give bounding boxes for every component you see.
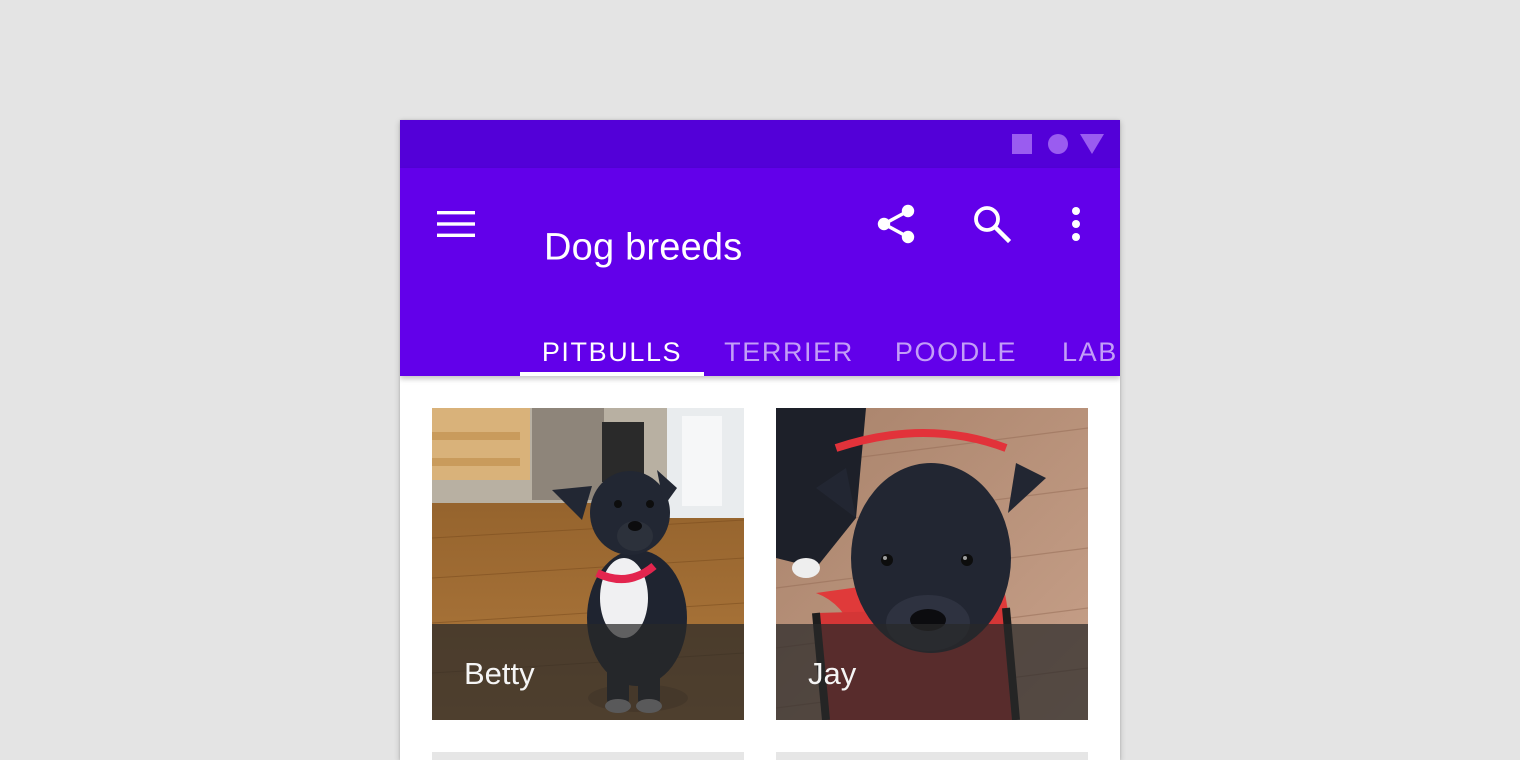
share-button[interactable] xyxy=(872,200,920,248)
tab-terrier[interactable]: TERRIER xyxy=(704,328,874,376)
square-icon xyxy=(1012,134,1032,154)
triangle-icon xyxy=(1080,134,1104,154)
search-icon xyxy=(974,206,1012,244)
card-title: Jay xyxy=(808,656,857,691)
grid-card-placeholder xyxy=(432,752,744,760)
grid-card-placeholder xyxy=(776,752,1088,760)
share-icon xyxy=(877,204,915,244)
breed-tabs: PITBULLS TERRIER POODLE LABRADOR xyxy=(400,328,1120,376)
circle-icon xyxy=(1048,134,1068,154)
grid-card-betty[interactable]: Betty xyxy=(432,408,744,720)
active-tab-indicator xyxy=(520,372,704,376)
card-caption: Betty xyxy=(432,624,744,720)
phone-screen: Dog breeds PITBULLS TERRIER POODLE LAB B… xyxy=(400,120,1120,760)
status-bar xyxy=(400,120,1120,168)
image-grid: Betty Jay xyxy=(400,376,1120,760)
card-title: Betty xyxy=(464,656,535,691)
menu-button[interactable] xyxy=(432,200,480,248)
more-options-button[interactable] xyxy=(1052,200,1100,248)
more-vert-icon xyxy=(1072,207,1080,241)
card-caption: Jay xyxy=(776,624,1088,720)
grid-card-jay[interactable]: Jay xyxy=(776,408,1088,720)
top-app-bar: Dog breeds PITBULLS TERRIER POODLE LAB xyxy=(400,168,1120,376)
menu-icon xyxy=(437,211,475,237)
search-button[interactable] xyxy=(968,200,1016,248)
page-title: Dog breeds xyxy=(544,226,743,269)
tab-pitbulls[interactable]: PITBULLS xyxy=(520,328,704,376)
tab-labrador[interactable]: LABRADOR xyxy=(1062,328,1120,376)
tab-poodle[interactable]: POODLE xyxy=(874,328,1038,376)
